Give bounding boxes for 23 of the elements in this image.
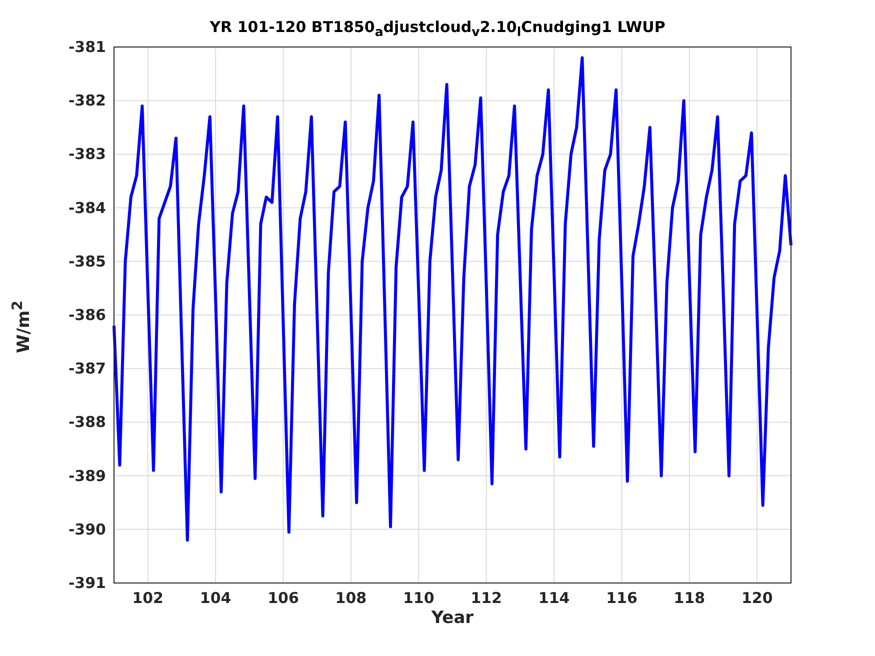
y-tick-label: -391 bbox=[68, 574, 106, 592]
x-tick-label: 106 bbox=[268, 589, 299, 607]
x-tick-label: 114 bbox=[538, 589, 570, 607]
x-tick-label: 104 bbox=[200, 589, 232, 607]
y-tick-label: -383 bbox=[68, 145, 106, 164]
y-tick-label: -388 bbox=[68, 413, 106, 432]
y-tick-label: -385 bbox=[68, 252, 106, 270]
x-tick-label: 102 bbox=[132, 589, 164, 607]
x-axis-label: Year bbox=[431, 608, 474, 628]
y-tick-label: -381 bbox=[68, 38, 106, 56]
x-tick-label: 116 bbox=[606, 589, 638, 607]
chart-title: YR 101-120 BT1850$_{a}$djustcloud$_{v}$2.10$_{l}$Cnudging1 LWUP bbox=[210, 18, 666, 39]
x-tick-label: 120 bbox=[742, 589, 773, 607]
y-tick-label: -387 bbox=[68, 360, 106, 378]
x-tick-label: 110 bbox=[403, 589, 434, 607]
y-tick-label: -384 bbox=[68, 198, 106, 217]
x-tick-label: 108 bbox=[335, 589, 367, 607]
x-tick-label: 112 bbox=[470, 589, 502, 607]
x-tick-label: 118 bbox=[674, 589, 706, 607]
y-tick-label: -382 bbox=[68, 92, 106, 110]
y-tick-label: -390 bbox=[68, 520, 106, 538]
y-tick-label: -389 bbox=[68, 466, 106, 485]
y-tick-label: -386 bbox=[68, 306, 106, 324]
